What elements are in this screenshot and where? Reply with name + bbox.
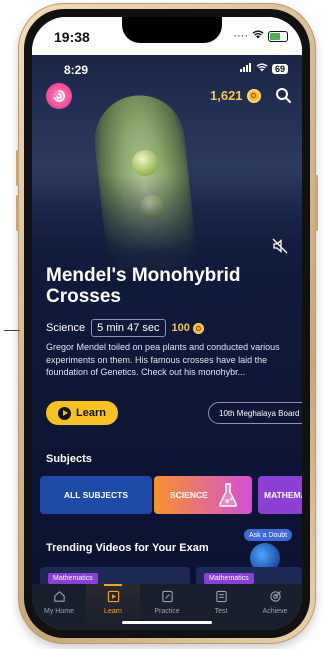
ios-status-bar: 19:38 ····: [32, 17, 302, 55]
pointer-line: [4, 330, 20, 331]
hero-fade: [32, 175, 302, 275]
battery-icon: 69: [271, 64, 288, 74]
nav-item-label: Achieve: [262, 608, 288, 615]
subjects-title: Subjects: [46, 453, 92, 465]
phone-volume-button: [16, 195, 19, 231]
app-logo-icon[interactable]: [46, 83, 72, 109]
wifi-icon: [252, 30, 264, 42]
signal-icon: [239, 63, 252, 75]
video-title: Mendel's Monohybrid Crosses: [46, 265, 241, 307]
play-icon: [58, 406, 72, 420]
app-screen: 8:29 69 1,621 Mendel's Monohybrid Crosse…: [32, 55, 302, 630]
nav-item-label: My Home: [44, 608, 74, 615]
phone-volume-button: [16, 150, 19, 186]
video-description: Gregor Mendel toiled on pea plants and c…: [46, 342, 280, 377]
video-coins-value: 100: [171, 322, 190, 334]
trending-card-tag: Mathematics: [204, 573, 254, 584]
nav-item-achieve[interactable]: Achieve: [248, 584, 302, 630]
trending-card-tag: Mathematics: [48, 573, 98, 584]
coin-icon: [246, 88, 261, 103]
notch: [122, 17, 222, 43]
pea-image: [132, 150, 158, 176]
signal-dots-icon: ····: [233, 30, 248, 42]
video-subject: Science: [46, 322, 86, 334]
mute-icon[interactable]: [272, 238, 288, 254]
ios-status-icons: ····: [233, 30, 288, 42]
flask-icon: [218, 483, 238, 507]
achieve-icon: [269, 590, 281, 602]
search-icon[interactable]: [275, 87, 291, 103]
learn-icon: [107, 590, 119, 603]
home-icon: [53, 591, 65, 602]
ios-time: 19:38: [54, 29, 90, 45]
learn-button-label: Learn: [76, 407, 106, 419]
nav-item-label: Test: [214, 608, 228, 615]
home-indicator[interactable]: [122, 621, 212, 624]
app-status-icons: 69: [239, 63, 288, 75]
coin-count: 1,621: [210, 88, 243, 103]
ask-doubt-label[interactable]: Ask a Doubt: [244, 529, 293, 541]
coin-icon: [192, 322, 204, 334]
hero-video-thumbnail[interactable]: 8:29 69 1,621: [32, 55, 302, 275]
battery-icon: [268, 30, 288, 42]
video-coins: 100: [172, 322, 204, 334]
wifi-icon: [256, 63, 268, 75]
chip-science-label: SCIENCE: [170, 490, 208, 500]
nav-item-label: Learn: [104, 608, 122, 615]
chip-mathematics[interactable]: MATHEMATIC: [258, 476, 302, 514]
video-duration: 5 min 47 sec: [91, 319, 166, 337]
chip-science[interactable]: SCIENCE: [154, 476, 252, 514]
app-status-time: 8:29: [64, 63, 89, 77]
phone-power-button: [315, 175, 318, 231]
practice-icon: [161, 590, 173, 603]
trending-title: Trending Videos for Your Exam: [46, 542, 209, 554]
chip-all-subjects[interactable]: ALL SUBJECTS: [40, 476, 152, 514]
phone-screen: 19:38 ···· 8:29 69 1,621 Mendel's Monohy…: [32, 17, 302, 630]
video-meta: Science 5 min 47 sec 100: [46, 319, 204, 337]
learn-button[interactable]: Learn: [46, 401, 118, 425]
nav-item-label: Practice: [154, 608, 180, 615]
test-icon: [215, 590, 227, 603]
board-selector-button[interactable]: 10th Meghalaya Board: [208, 402, 302, 424]
nav-item-home[interactable]: My Home: [32, 584, 86, 630]
coin-balance[interactable]: 1,621: [210, 88, 261, 103]
